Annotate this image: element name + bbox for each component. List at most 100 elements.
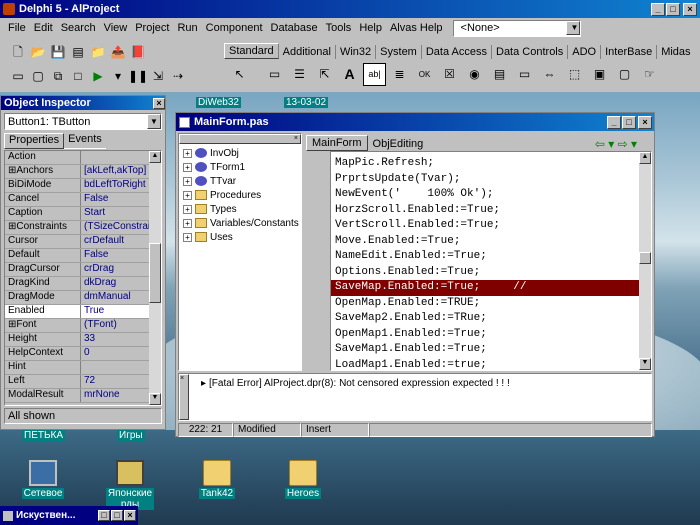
tab-objediting[interactable]: ObjEditing <box>368 137 429 151</box>
config-combo[interactable]: <None> ▼ <box>452 19 581 37</box>
property-value[interactable]: 33 <box>81 333 149 346</box>
tree-item[interactable]: + TTvar <box>183 174 301 188</box>
property-row[interactable]: Cursor crDefault <box>5 235 149 249</box>
maximize-button[interactable]: □ <box>666 2 680 16</box>
code-line[interactable]: SaveMap.Enabled:=True; // <box>331 280 651 296</box>
view-form-icon[interactable]: ▢ <box>28 66 48 85</box>
open-icon[interactable]: 📂 <box>28 42 48 61</box>
property-row[interactable]: Caption Start <box>5 207 149 221</box>
property-row[interactable]: Action <box>5 151 149 165</box>
run-dropdown-icon[interactable]: ▾ <box>108 66 128 85</box>
tree-item[interactable]: + TForm1 <box>183 160 301 174</box>
desktop-icon-japanese[interactable]: Японские рды <box>95 460 165 510</box>
property-row[interactable]: ⊞Constraints (TSizeConstrain <box>5 221 149 235</box>
code-line[interactable]: NameEdit.Enabled:=True; <box>331 249 651 265</box>
radiobutton-icon[interactable]: ◉ <box>463 63 486 86</box>
property-value[interactable]: Start <box>81 207 149 220</box>
code-line[interactable]: SaveMap2.Enabled:=TRue; <box>331 311 651 327</box>
palette-tab-data-controls[interactable]: Data Controls <box>492 45 569 59</box>
menu-project[interactable]: Project <box>131 22 173 34</box>
property-row[interactable]: HelpContext 0 <box>5 347 149 361</box>
radiogroup-icon[interactable]: ▣ <box>588 63 611 86</box>
message-item[interactable]: ▸ [Fatal Error] AlProject.dpr(8): Not cen… <box>179 374 651 389</box>
tab-mainform[interactable]: MainForm <box>306 135 368 151</box>
property-value[interactable]: False <box>81 193 149 206</box>
desktop-icon-label[interactable]: Игры <box>117 430 145 441</box>
palette-tab-additional[interactable]: Additional <box>279 45 336 59</box>
palette-tab-interbase[interactable]: InterBase <box>601 45 658 59</box>
menu-component[interactable]: Component <box>202 22 267 34</box>
palette-tab-system[interactable]: System <box>376 45 422 59</box>
menu-tools[interactable]: Tools <box>322 22 356 34</box>
menu-view[interactable]: View <box>100 22 132 34</box>
tree-item[interactable]: + Variables/Constants <box>183 216 301 230</box>
property-value[interactable]: (TSizeConstrain <box>81 221 149 234</box>
run-icon[interactable]: ▶ <box>88 66 108 85</box>
frame-icon[interactable]: ▭ <box>263 63 286 86</box>
property-row[interactable]: BiDiMode bdLeftToRight <box>5 179 149 193</box>
menu-run[interactable]: Run <box>173 22 201 34</box>
save-icon[interactable]: 💾 <box>48 42 68 61</box>
code-line[interactable]: PrprtsUpdate(Tvar); <box>331 172 651 188</box>
panel-icon[interactable]: ▢ <box>613 63 636 86</box>
tree-item[interactable]: + Uses <box>183 230 301 244</box>
new-icon[interactable]: 🗋 <box>8 44 28 63</box>
desktop-icon-network[interactable]: Сетевое <box>8 460 78 499</box>
menu-help[interactable]: Help <box>355 22 386 34</box>
code-line[interactable]: MapPic.Refresh; <box>331 156 651 172</box>
property-row[interactable]: DragMode dmManual <box>5 291 149 305</box>
tree-item[interactable]: + Types <box>183 202 301 216</box>
actionlist-icon[interactable]: ☞ <box>638 63 661 86</box>
scroll-down-icon[interactable]: ▼ <box>149 393 161 405</box>
property-value[interactable]: False <box>81 249 149 262</box>
palette-tab-data-access[interactable]: Data Access <box>422 45 492 59</box>
scrollbar-thumb[interactable] <box>639 252 651 264</box>
trace-into-icon[interactable]: ⇲ <box>148 66 168 85</box>
property-row[interactable]: ⊞Font (TFont) <box>5 319 149 333</box>
tab-events[interactable]: Events <box>64 133 106 149</box>
object-selector[interactable]: Button1: TButton ▼ <box>4 113 162 130</box>
scrollbar-thumb[interactable] <box>149 243 161 303</box>
tab-properties[interactable]: Properties <box>4 133 65 149</box>
property-value[interactable]: bdLeftToRight <box>81 179 149 192</box>
minimize-button[interactable]: _ <box>607 115 621 129</box>
property-row[interactable]: Enabled True <box>5 305 149 319</box>
property-row[interactable]: Cancel False <box>5 193 149 207</box>
property-value[interactable]: mrNone <box>81 389 149 402</box>
help-book-icon[interactable]: 📕 <box>128 42 148 61</box>
chevron-down-icon[interactable]: ▼ <box>565 21 580 35</box>
desktop-icon-label[interactable]: ПЕТЬКА <box>22 430 66 441</box>
property-value[interactable]: crDrag <box>81 263 149 276</box>
scrollbar[interactable]: ▲ ▼ <box>639 152 651 370</box>
label-icon[interactable]: A <box>338 63 361 86</box>
expand-icon[interactable]: + <box>183 176 192 186</box>
menu-file[interactable]: File <box>4 22 30 34</box>
pause-icon[interactable]: ❚❚ <box>128 66 148 85</box>
property-row[interactable]: Left 72 <box>5 375 149 389</box>
new-form-icon[interactable]: □ <box>68 66 88 85</box>
menu-search[interactable]: Search <box>57 22 100 34</box>
property-value[interactable]: 0 <box>81 347 149 360</box>
close-button[interactable]: × <box>638 115 652 129</box>
chevron-down-icon[interactable]: ▼ <box>147 114 161 129</box>
menu-edit[interactable]: Edit <box>30 22 57 34</box>
desktop-icon-heroes[interactable]: Heroes <box>268 460 338 499</box>
desktop-icon-tank42[interactable]: Tank42 <box>182 460 252 499</box>
save-project-icon[interactable]: 📤 <box>108 42 128 61</box>
memo-icon[interactable]: ≣ <box>388 63 411 86</box>
expand-icon[interactable]: + <box>183 218 192 228</box>
property-value[interactable]: True <box>81 305 149 318</box>
tree-item[interactable]: + InvObj <box>183 146 301 160</box>
property-row[interactable]: ⊞Anchors [akLeft,akTop] <box>5 165 149 179</box>
edit-icon[interactable]: ab| <box>363 62 386 86</box>
code-line[interactable]: OpenMap.Enabled:=TRUE; <box>331 296 651 312</box>
navigate-back-icon[interactable]: ⇦ ▾ ⇨ ▾ <box>595 137 651 151</box>
minimized-window[interactable]: Искуствен... □ □ × <box>0 506 138 525</box>
expand-icon[interactable]: + <box>183 162 192 172</box>
groupbox-icon[interactable]: ⬚ <box>563 63 586 86</box>
desktop-icon-label[interactable]: 13-03-02 <box>284 97 329 108</box>
expand-icon[interactable]: + <box>183 190 192 200</box>
code-line[interactable]: Move.Enabled:=True; <box>331 234 651 250</box>
mainmenu-icon[interactable]: ☰ <box>288 63 311 86</box>
close-button[interactable]: × <box>683 2 697 16</box>
